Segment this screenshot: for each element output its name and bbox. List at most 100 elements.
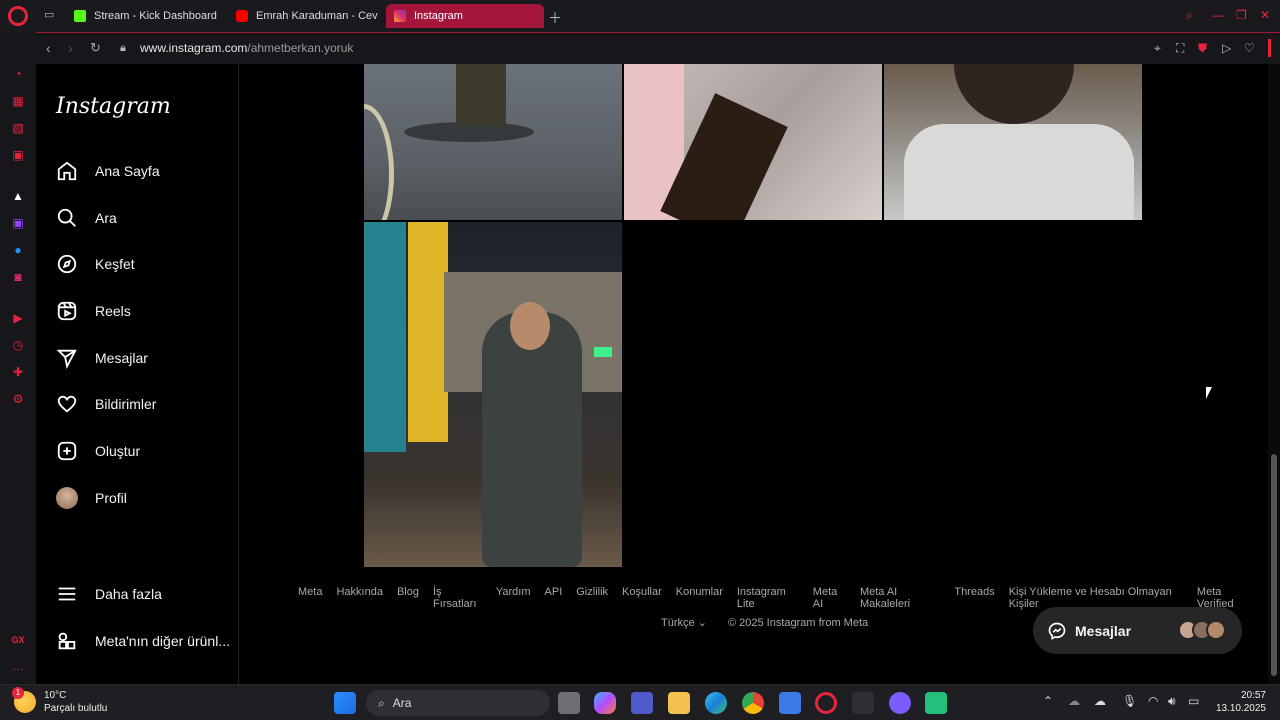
recent-contacts [1178, 620, 1226, 640]
footer-link[interactable]: Konumlar [676, 586, 723, 610]
bookmark-heart-icon[interactable]: ♡ [1244, 41, 1255, 55]
maximize-button[interactable]: ❐ [1236, 8, 1247, 22]
footer-link[interactable]: API [545, 586, 563, 610]
nav-label: Keşfet [95, 256, 135, 272]
nav-item-explore[interactable]: Keşfet [52, 244, 232, 284]
paper-plane-icon [54, 345, 80, 371]
clock[interactable]: 20:57 13.10.2025 [1212, 689, 1266, 715]
edge-icon[interactable] [705, 692, 727, 714]
more-dots-icon[interactable]: … [10, 658, 26, 674]
workspace-icon[interactable]: ▭ [44, 8, 58, 22]
nav-item-messages[interactable]: Mesajlar [52, 338, 232, 378]
easy-setup-bar[interactable] [1268, 39, 1271, 57]
nav-item-search[interactable]: Ara [52, 198, 232, 238]
file-explorer-icon[interactable] [668, 692, 690, 714]
adblock-shield-icon[interactable]: ⛊ [1198, 41, 1207, 56]
tab-instagram[interactable]: Instagram [386, 4, 544, 28]
reload-button[interactable]: ↻ [90, 40, 101, 56]
messenger-icon[interactable]: ● [10, 242, 26, 258]
nav-item-notifications[interactable]: Bildirimler [52, 384, 232, 424]
weather-widget[interactable]: 1 10°C Parçalı bulutlu [12, 687, 107, 715]
tab-youtube[interactable]: Emrah Karaduman - Cevap [228, 4, 378, 28]
search-tabs-icon[interactable]: ⌕ [1186, 8, 1193, 23]
notion-icon[interactable] [852, 692, 874, 714]
instagram-sidebar-icon[interactable]: ◙ [10, 269, 26, 285]
pin-icon[interactable]: ⌖ [1154, 41, 1161, 56]
post-thumbnail[interactable] [364, 64, 622, 220]
new-tab-button[interactable]: ＋ [548, 8, 562, 28]
footer-link[interactable]: İş Fırsatları [433, 586, 482, 610]
close-button[interactable]: ✕ [1260, 8, 1270, 22]
nav-item-profile[interactable]: Profil [52, 478, 232, 518]
lock-icon[interactable]: 🔒︎ [120, 42, 126, 55]
footer-link[interactable]: Meta AI Makaleleri [860, 586, 940, 610]
post-thumbnail[interactable] [624, 64, 882, 220]
tab-kick[interactable]: Stream - Kick Dashboard [66, 4, 226, 28]
footer-link[interactable]: Gizlilik [576, 586, 608, 610]
weather-icon: 1 [12, 687, 36, 713]
footer-link[interactable]: Yardım [496, 586, 531, 610]
chevron-down-icon: ⌄ [697, 617, 707, 629]
back-button[interactable]: ‹ [46, 40, 51, 56]
twitch-icon[interactable]: ▣ [10, 215, 26, 231]
opera-gx-icon[interactable] [815, 692, 837, 714]
cloud-icon[interactable]: ☁ [1068, 694, 1080, 708]
messages-pill[interactable]: Mesajlar [1033, 607, 1242, 654]
footer-link[interactable]: Instagram Lite [737, 586, 799, 610]
volume-icon[interactable]: 🔊︎ [1168, 694, 1176, 709]
aria-icon[interactable]: ▲ [10, 188, 26, 204]
photo-detail [364, 104, 394, 220]
nav-item-home[interactable]: Ana Sayfa [52, 151, 232, 191]
gx-control-icon[interactable]: ▦ [10, 93, 26, 109]
settings-icon[interactable]: ⚙ [10, 391, 26, 407]
post-thumbnail[interactable] [364, 222, 622, 567]
battery-icon[interactable]: ▭ [1188, 694, 1199, 708]
wifi-icon[interactable]: ◠ [1148, 694, 1158, 708]
page-scrollbar[interactable] [1268, 64, 1280, 684]
date: 13.10.2025 [1215, 703, 1266, 714]
nav-item-more[interactable]: Daha fazla [52, 574, 232, 614]
snapshot-icon[interactable]: ⛶ [1176, 41, 1184, 56]
chevron-up-icon[interactable]: ⌃ [1043, 694, 1053, 708]
task-view-icon[interactable] [558, 692, 580, 714]
start-icon[interactable] [334, 692, 356, 714]
footer-link[interactable]: Meta AI [813, 586, 846, 610]
taskbar-search[interactable]: ⌕ Ara [366, 690, 550, 716]
send-icon[interactable]: ▷ [1222, 41, 1231, 55]
player-icon[interactable]: ▶ [10, 310, 26, 326]
history-icon[interactable]: ◷ [10, 337, 26, 353]
teams-icon[interactable] [631, 692, 653, 714]
extensions-icon[interactable]: ✚ [10, 364, 26, 380]
speed-dial-icon[interactable]: ◔ [10, 66, 26, 82]
nav-item-create[interactable]: Oluştur [52, 431, 232, 471]
gx-corner-icon[interactable]: ▧ [10, 120, 26, 136]
forward-button[interactable]: › [68, 40, 73, 56]
footer-link[interactable]: Blog [397, 586, 419, 610]
instagram-nav: Instagram Ana Sayfa Ara Keşfet Reels Mes… [36, 64, 239, 684]
nav-item-meta-apps[interactable]: Meta'nın diğer ürünl... [52, 621, 232, 661]
language-select[interactable]: Türkçe ⌄ [661, 617, 707, 629]
chrome-icon[interactable] [742, 692, 764, 714]
footer-link[interactable]: Hakkında [336, 586, 382, 610]
footer-link[interactable]: Meta [298, 586, 322, 610]
scrollbar-thumb[interactable] [1271, 454, 1277, 676]
minimize-button[interactable]: — [1212, 8, 1224, 22]
plus-square-icon [54, 438, 80, 464]
nav-label: Ana Sayfa [95, 163, 160, 179]
gx-mods-icon[interactable]: ▣ [10, 147, 26, 163]
onedrive-icon[interactable]: ☁ [1094, 694, 1106, 708]
nav-item-reels[interactable]: Reels [52, 291, 232, 331]
post-thumbnail[interactable] [884, 64, 1142, 220]
gx-logo-icon[interactable]: GX [10, 632, 26, 648]
opera-logo-icon[interactable] [8, 6, 28, 26]
store-icon[interactable] [779, 692, 801, 714]
footer-link[interactable]: Koşullar [622, 586, 662, 610]
copilot-icon[interactable] [594, 692, 616, 714]
instagram-logo[interactable]: Instagram [56, 94, 171, 119]
footer-link[interactable]: Threads [954, 586, 994, 610]
reels-icon [54, 298, 80, 324]
app-icon[interactable] [889, 692, 911, 714]
url-field[interactable]: www.instagram.com/ahmetberkan.yoruk [140, 41, 353, 55]
app-icon[interactable] [925, 692, 947, 714]
microphone-icon[interactable]: 🎙︎ [1122, 694, 1137, 708]
